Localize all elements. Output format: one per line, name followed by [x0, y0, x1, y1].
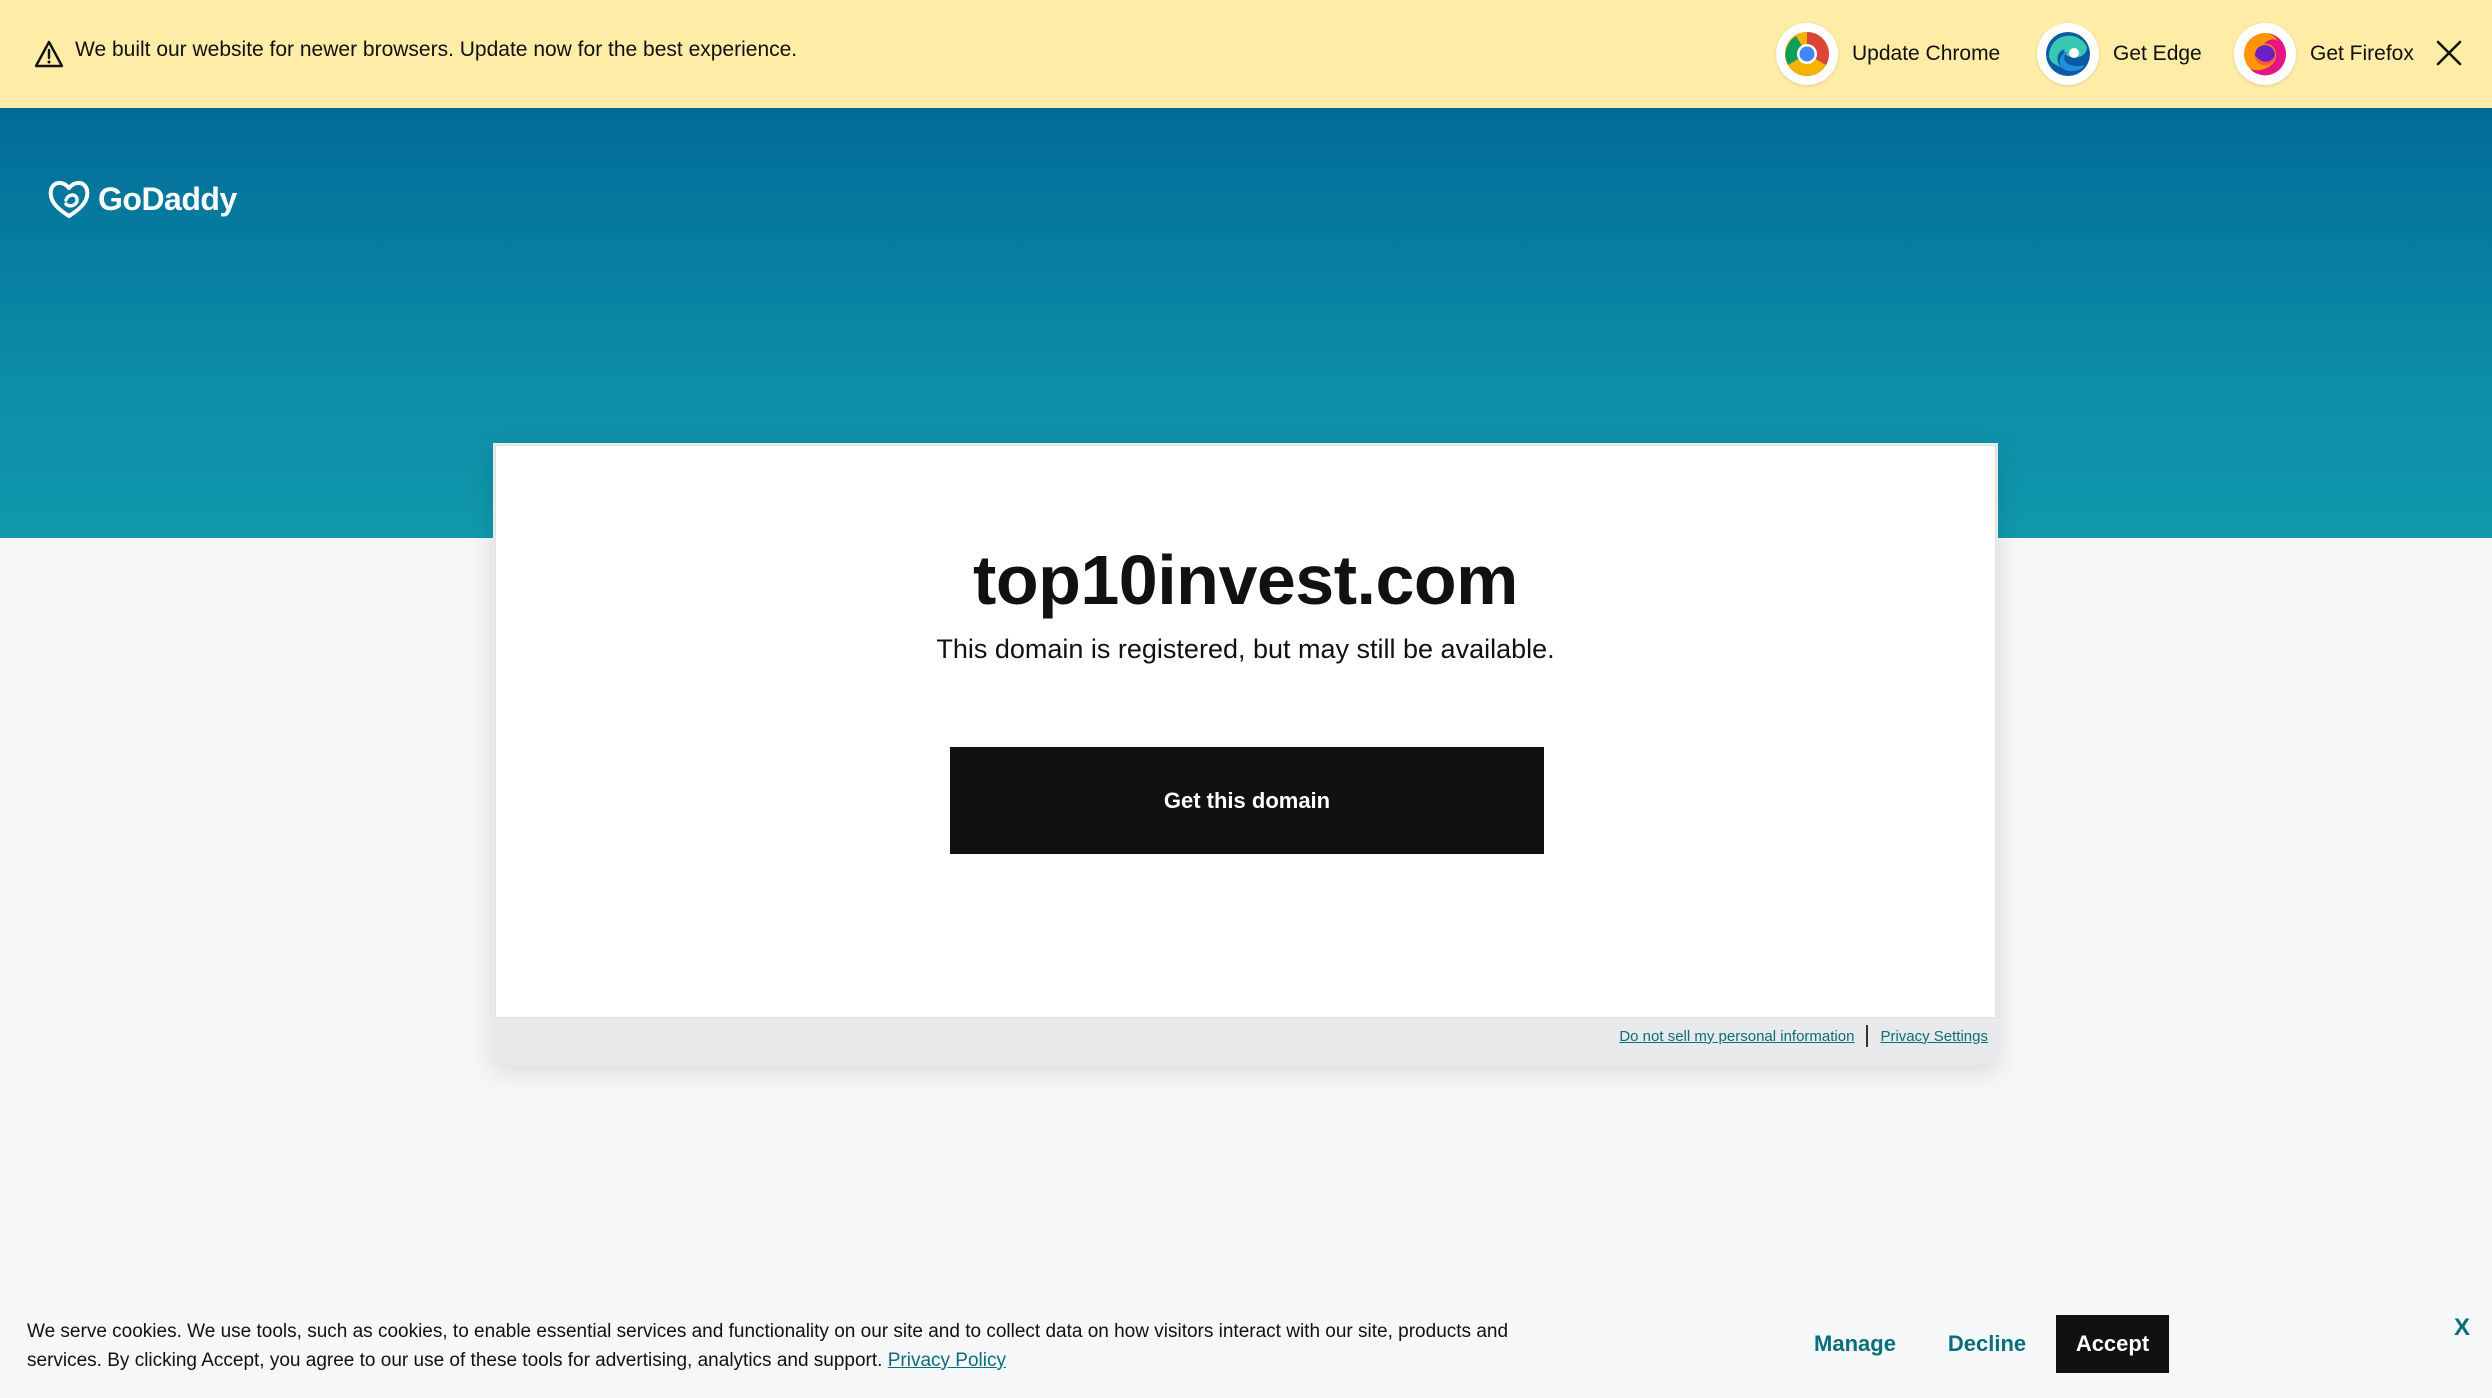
cookie-message-text: We serve cookies. We use tools, such as … [27, 1321, 1509, 1371]
cookie-accept-button[interactable]: Accept [2056, 1315, 2169, 1373]
update-chrome-link[interactable]: Update Chrome [1776, 22, 2000, 86]
chrome-icon [1776, 23, 1838, 85]
get-this-domain-button[interactable]: Get this domain [950, 747, 1544, 854]
cookie-manage-button[interactable]: Manage [1800, 1315, 1910, 1373]
banner-message: We built our website for newer browsers.… [75, 38, 798, 61]
cookie-consent-bar: We serve cookies. We use tools, such as … [0, 1270, 2492, 1398]
cookie-decline-button[interactable]: Decline [1930, 1315, 2044, 1373]
cookie-message: We serve cookies. We use tools, such as … [27, 1317, 1547, 1375]
get-edge-link[interactable]: Get Edge [2037, 22, 2202, 86]
close-icon[interactable] [2432, 36, 2466, 70]
do-not-sell-link[interactable]: Do not sell my personal information [1619, 1028, 1854, 1045]
edge-icon [2037, 23, 2099, 85]
update-chrome-label: Update Chrome [1852, 42, 2001, 65]
get-firefox-label: Get Firefox [2310, 42, 2414, 65]
firefox-icon [2234, 23, 2296, 85]
domain-card-container: top10invest.com This domain is registere… [493, 443, 1998, 1065]
domain-name-heading: top10invest.com [973, 541, 1518, 619]
privacy-policy-link[interactable]: Privacy Policy [888, 1350, 1006, 1371]
logo-text: GoDaddy [98, 180, 237, 217]
godaddy-heart-icon [48, 181, 90, 218]
domain-card: top10invest.com This domain is registere… [495, 445, 1996, 1018]
get-edge-label: Get Edge [2113, 42, 2202, 65]
cookie-close-button[interactable]: X [2450, 1314, 2474, 1342]
godaddy-logo[interactable]: GoDaddy [46, 178, 237, 220]
domain-status-text: This domain is registered, but may still… [936, 634, 1555, 664]
legal-divider [1866, 1025, 1869, 1047]
browser-update-banner: We built our website for newer browsers.… [0, 0, 2492, 108]
privacy-settings-link[interactable]: Privacy Settings [1880, 1028, 1988, 1045]
warning-triangle-icon [34, 40, 64, 68]
legal-links: Do not sell my personal information Priv… [1619, 1025, 1988, 1047]
get-firefox-link[interactable]: Get Firefox [2234, 22, 2414, 86]
